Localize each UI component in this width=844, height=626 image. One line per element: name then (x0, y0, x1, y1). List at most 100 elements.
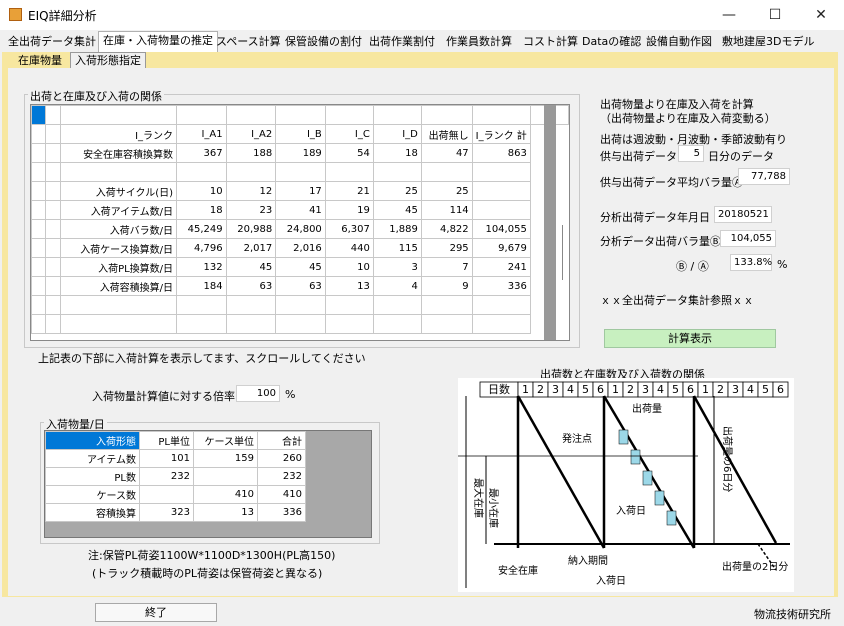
arrival-cell (193, 467, 258, 486)
avg-label: 供与出荷データ平均バラ量Ⓐ (600, 176, 743, 189)
grid-row-header (44, 124, 62, 144)
grid-cell (471, 314, 531, 334)
arrival-cell: 410 (257, 485, 306, 504)
maximize-button[interactable]: ☐ (752, 0, 798, 30)
arrival-header-cell[interactable]: 入荷形態 (45, 431, 140, 450)
grid-split-line (562, 225, 563, 280)
close-button[interactable]: ✕ (798, 0, 844, 30)
max-stock-label: 最大在庫 (472, 478, 485, 518)
grid-corner-cell[interactable] (31, 105, 46, 125)
grid-row-header (31, 143, 46, 163)
grid-cell (176, 314, 227, 334)
day-number: 2 (537, 383, 544, 396)
grid-cell: 3 (372, 257, 422, 277)
relation-grid[interactable]: I_ランク I_A1 I_A2 I_B I_C I_D 出荷無し I_ランク 計… (30, 104, 570, 341)
grid-cell (471, 162, 531, 182)
grid-cell: 189 (275, 143, 326, 163)
grid-scrollbar[interactable] (544, 105, 556, 340)
grid-cell (225, 162, 277, 182)
grid-cell (176, 295, 227, 315)
day-number: 1 (612, 383, 619, 396)
grid-cell: 863 (471, 143, 531, 163)
table-row: ケース数 410 410 (45, 485, 306, 504)
table-row: 容積換算 323 13 336 (45, 503, 306, 522)
grid-header-cell: I_ランク (60, 124, 178, 144)
grid-cell (324, 314, 374, 334)
table-row: 入荷ケース換算数/日 4,796 2,017 2,016 440 115 295 9,679 (31, 238, 569, 258)
day-number: 5 (762, 383, 769, 396)
day-number: 4 (747, 383, 754, 396)
arrival-grid[interactable]: 入荷形態 PL単位 ケース単位 合計 アイテム数 101 159 260 PL数 232… (44, 430, 372, 538)
arrival-cell: PL数 (45, 467, 140, 486)
tab-storage-allocation[interactable]: 保管設備の割付 (281, 33, 366, 52)
arrival-cell: ケース数 (45, 485, 140, 504)
ratio-unit: % (777, 258, 788, 271)
grid-cell: 104,055 (471, 219, 531, 239)
grid-cell: 9 (420, 276, 473, 296)
grid-cell (176, 162, 227, 182)
day-number: 3 (732, 383, 739, 396)
grid-cell (275, 162, 326, 182)
grid-row-header (44, 257, 62, 277)
grid-row-header (31, 295, 46, 315)
ship-step (642, 470, 653, 486)
tab-shipping-work[interactable]: 出荷作業割付 (365, 33, 439, 52)
exit-button[interactable]: 終了 (95, 603, 217, 622)
main-tab-bar: 全出荷データ集計 在庫・入荷物量の推定 スペース計算 保管設備の割付 出荷作業割… (0, 30, 844, 52)
grid-row-header (44, 200, 62, 220)
grid-cell (420, 162, 473, 182)
arrival-cell: 336 (257, 503, 306, 522)
grid-cell (176, 105, 227, 125)
grid-header-cell: I_A1 (176, 124, 227, 144)
grid-cell: 54 (324, 143, 374, 163)
ship-step (666, 510, 677, 526)
ratio-label: Ⓑ / Ⓐ (676, 260, 709, 273)
tab-3d-model[interactable]: 敷地建屋3Dモデル (718, 33, 818, 52)
table-row (31, 295, 569, 315)
multiplier-unit: % (285, 388, 296, 401)
grid-cell (324, 162, 374, 182)
date-label: 分析出荷データ年月日 (600, 211, 710, 224)
tab-cost-calc[interactable]: コスト計算 (519, 33, 582, 52)
grid-cell: 241 (471, 257, 531, 277)
grid-cell: 47 (420, 143, 473, 163)
grid-cell: 115 (372, 238, 422, 258)
table-row (31, 314, 569, 334)
grid-cell: 45 (225, 257, 277, 277)
date-value: 20180521 (714, 206, 772, 223)
table-row: 入荷容積換算/日 184 63 63 13 4 9 336 (31, 276, 569, 296)
arrival-cell: 159 (193, 449, 258, 468)
arrival-cell: アイテム数 (45, 449, 140, 468)
stock-diagram: 日数 123456123456123456 最大在庫 最小在庫 発注点 出荷量 … (458, 378, 794, 592)
tab-staff-calc[interactable]: 作業員数計算 (442, 33, 516, 52)
grid-cell: 13 (324, 276, 374, 296)
tab-stock-estimate[interactable]: 在庫・入荷物量の推定 (98, 31, 218, 52)
arrival-cell: 232 (257, 467, 306, 486)
minimize-button[interactable]: — (706, 0, 752, 30)
arrival-cell: 410 (193, 485, 258, 504)
provide-days-field[interactable]: 5 (678, 145, 704, 162)
grid-cell: 9,679 (471, 238, 531, 258)
tab-auto-drawing[interactable]: 設備自動作図 (642, 33, 716, 52)
day-number: 3 (552, 383, 559, 396)
grid-cell: 入荷サイクル(日) (60, 181, 178, 201)
grid-cell (372, 105, 422, 125)
grid-cell: 45 (275, 257, 326, 277)
arrival-cell: 容積換算 (45, 503, 140, 522)
grid-cell (372, 314, 422, 334)
grid-cell (471, 181, 531, 201)
grid-cell: 63 (275, 276, 326, 296)
tab-data-check[interactable]: Dataの確認 (578, 33, 645, 52)
grid-header-cell: I_C (324, 124, 374, 144)
grid-cell: 17 (275, 181, 326, 201)
tab-shipment-summary[interactable]: 全出荷データ集計 (4, 33, 100, 52)
min-stock-label: 最小在庫 (487, 488, 500, 528)
day-number: 2 (717, 383, 724, 396)
multiplier-input[interactable]: 100 (236, 385, 280, 402)
qty-value: 104,055 (720, 230, 776, 247)
day-number: 1 (522, 383, 529, 396)
tab-space-calc[interactable]: スペース計算 (212, 33, 285, 52)
calc-display-button[interactable]: 計算表示 (604, 329, 776, 348)
day-number: 4 (567, 383, 574, 396)
arrival-cell: 13 (193, 503, 258, 522)
